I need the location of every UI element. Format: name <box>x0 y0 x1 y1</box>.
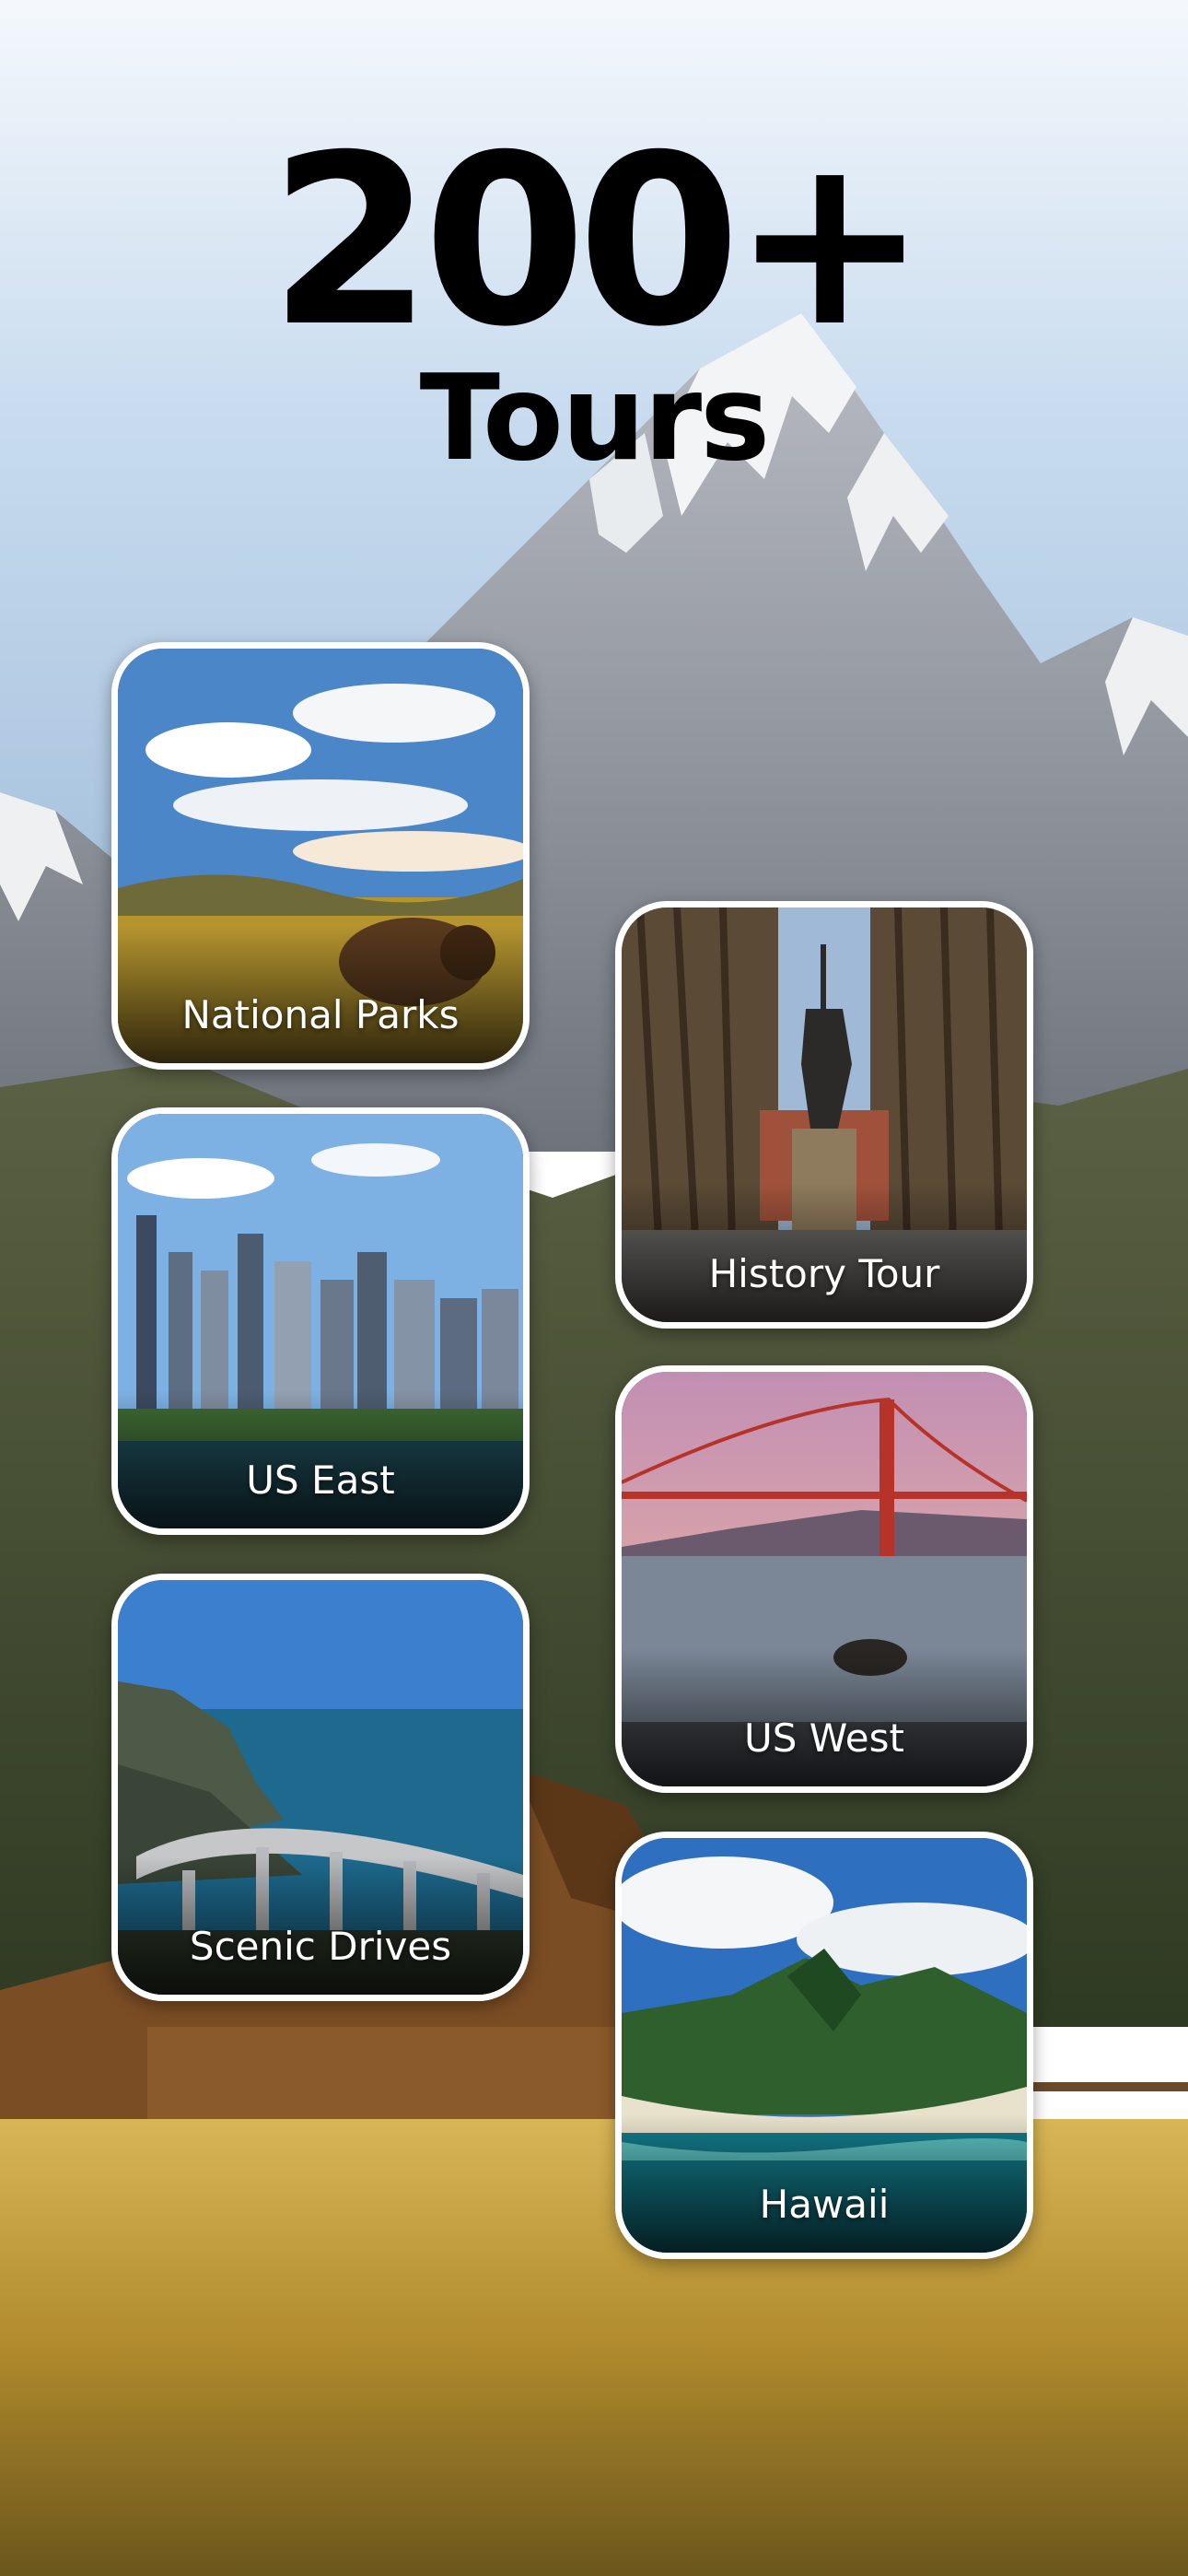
category-card-us-east[interactable]: US East <box>111 1107 530 1535</box>
category-card-history-tour[interactable]: History Tour <box>615 901 1033 1329</box>
category-label: US East <box>246 1458 395 1503</box>
category-card-hawaii[interactable]: Hawaii <box>615 1832 1033 2259</box>
tour-count-headline: 200+ <box>269 105 928 379</box>
category-card-us-west[interactable]: US West <box>615 1365 1033 1793</box>
category-label: Scenic Drives <box>189 1924 452 1969</box>
category-label: US West <box>743 1715 904 1761</box>
category-label: National Parks <box>181 992 460 1037</box>
category-label: Hawaii <box>759 2182 890 2227</box>
tours-subheading: Tours <box>419 350 771 487</box>
category-card-national-parks[interactable]: National Parks <box>111 642 530 1070</box>
category-label: History Tour <box>708 1251 940 1296</box>
category-card-scenic-drives[interactable]: Scenic Drives <box>111 1574 530 2001</box>
